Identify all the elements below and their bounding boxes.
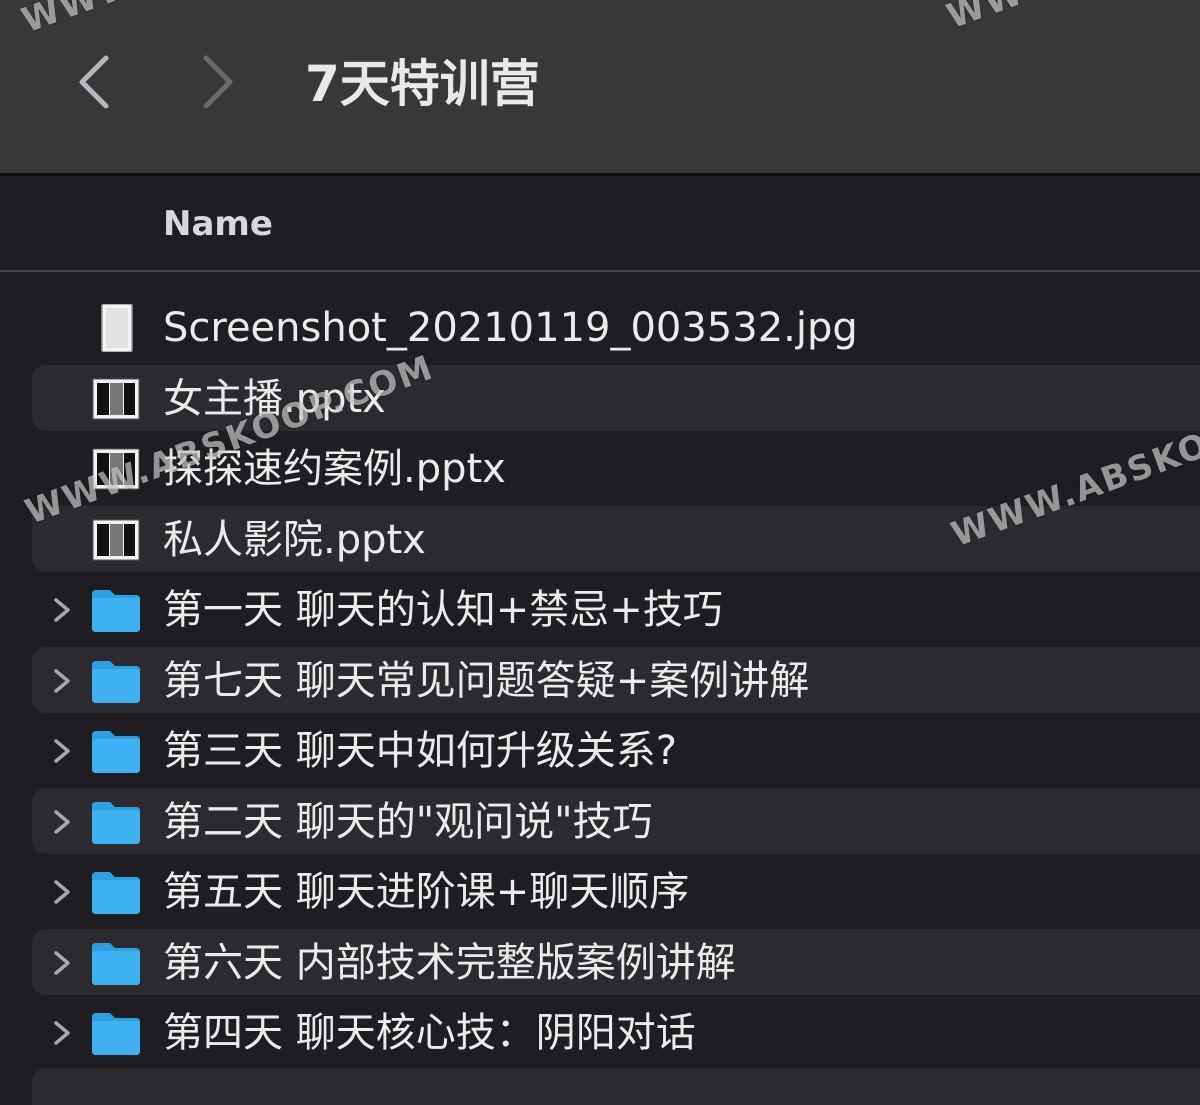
folder-icon bbox=[90, 586, 142, 634]
disclosure-triangle[interactable] bbox=[50, 594, 74, 626]
folder-icon bbox=[90, 868, 142, 916]
folder-icon bbox=[90, 657, 142, 705]
disclosure-triangle[interactable] bbox=[50, 735, 74, 767]
folder-row[interactable]: 第一天 聊天的认知+禁忌+技巧 bbox=[0, 574, 1200, 645]
column-header: Name bbox=[0, 176, 1200, 272]
file-name: 女主播.pptx bbox=[163, 375, 386, 422]
chevron-right-icon bbox=[54, 1021, 70, 1045]
image-file-icon bbox=[90, 303, 142, 353]
folder-icon bbox=[90, 798, 142, 846]
disclosure-triangle[interactable] bbox=[50, 1017, 74, 1049]
file-name: 第三天 聊天中如何升级关系? bbox=[163, 728, 677, 774]
folder-row[interactable]: 第七天 聊天常见问题答疑+案例讲解 bbox=[0, 645, 1200, 716]
file-name: 第四天 聊天核心技：阴阳对话 bbox=[163, 1010, 696, 1056]
pptx-file-icon bbox=[90, 375, 142, 423]
file-name: 第六天 内部技术完整版案例讲解 bbox=[163, 939, 736, 986]
back-button[interactable] bbox=[74, 50, 114, 114]
name-column-header[interactable]: Name bbox=[163, 200, 273, 248]
folder-row[interactable]: 第四天 聊天核心技：阴阳对话 bbox=[0, 997, 1200, 1068]
folder-icon bbox=[90, 727, 142, 775]
chevron-right-icon bbox=[54, 739, 70, 763]
disclosure-triangle[interactable] bbox=[50, 876, 74, 908]
file-name: 第五天 聊天进阶课+聊天顺序 bbox=[163, 869, 690, 915]
file-name: 第七天 聊天常见问题答疑+案例讲解 bbox=[163, 657, 810, 704]
file-row[interactable]: Screenshot_20210119_003532.jpg bbox=[0, 292, 1200, 363]
empty-row bbox=[32, 1068, 1200, 1105]
disclosure-triangle[interactable] bbox=[50, 665, 74, 697]
disclosure-triangle[interactable] bbox=[50, 947, 74, 979]
chevron-right-icon bbox=[54, 809, 70, 834]
chevron-right-icon bbox=[54, 950, 70, 975]
file-name: Screenshot_20210119_003532.jpg bbox=[163, 305, 858, 351]
window-title: 7天特训营 bbox=[305, 55, 540, 113]
folder-row[interactable]: 第二天 聊天的"观问说"技巧 bbox=[0, 786, 1200, 857]
toolbar: 7天特训营 bbox=[0, 0, 1200, 176]
chevron-right-icon bbox=[54, 598, 70, 622]
folder-row[interactable]: 第三天 聊天中如何升级关系? bbox=[0, 715, 1200, 786]
forward-button[interactable] bbox=[198, 50, 238, 114]
chevron-right-icon bbox=[54, 668, 70, 693]
file-name: 探探速约案例.pptx bbox=[163, 446, 506, 492]
folder-row[interactable]: 第六天 内部技术完整版案例讲解 bbox=[0, 927, 1200, 998]
chevron-left-icon bbox=[79, 55, 109, 109]
file-name: 第二天 聊天的"观问说"技巧 bbox=[163, 798, 653, 845]
file-name: 第一天 聊天的认知+禁忌+技巧 bbox=[163, 587, 723, 633]
folder-icon bbox=[90, 1009, 142, 1057]
disclosure-triangle[interactable] bbox=[50, 806, 74, 838]
file-row[interactable]: 私人影院.pptx bbox=[0, 504, 1200, 575]
folder-icon bbox=[90, 939, 142, 987]
file-list: Screenshot_20210119_003532.jpg 女主播.pptx 探探… bbox=[0, 292, 1200, 1068]
file-name: 私人影院.pptx bbox=[163, 516, 426, 563]
finder-window: 7天特训营 Name Screenshot_20210119_003532.jp… bbox=[0, 0, 1200, 1105]
pptx-file-icon bbox=[90, 516, 142, 564]
file-row[interactable]: 女主播.pptx bbox=[0, 363, 1200, 434]
folder-row[interactable]: 第五天 聊天进阶课+聊天顺序 bbox=[0, 856, 1200, 927]
file-row[interactable]: 探探速约案例.pptx bbox=[0, 433, 1200, 504]
pptx-file-icon bbox=[90, 445, 142, 493]
chevron-right-icon bbox=[54, 880, 70, 904]
chevron-right-icon bbox=[203, 55, 233, 109]
